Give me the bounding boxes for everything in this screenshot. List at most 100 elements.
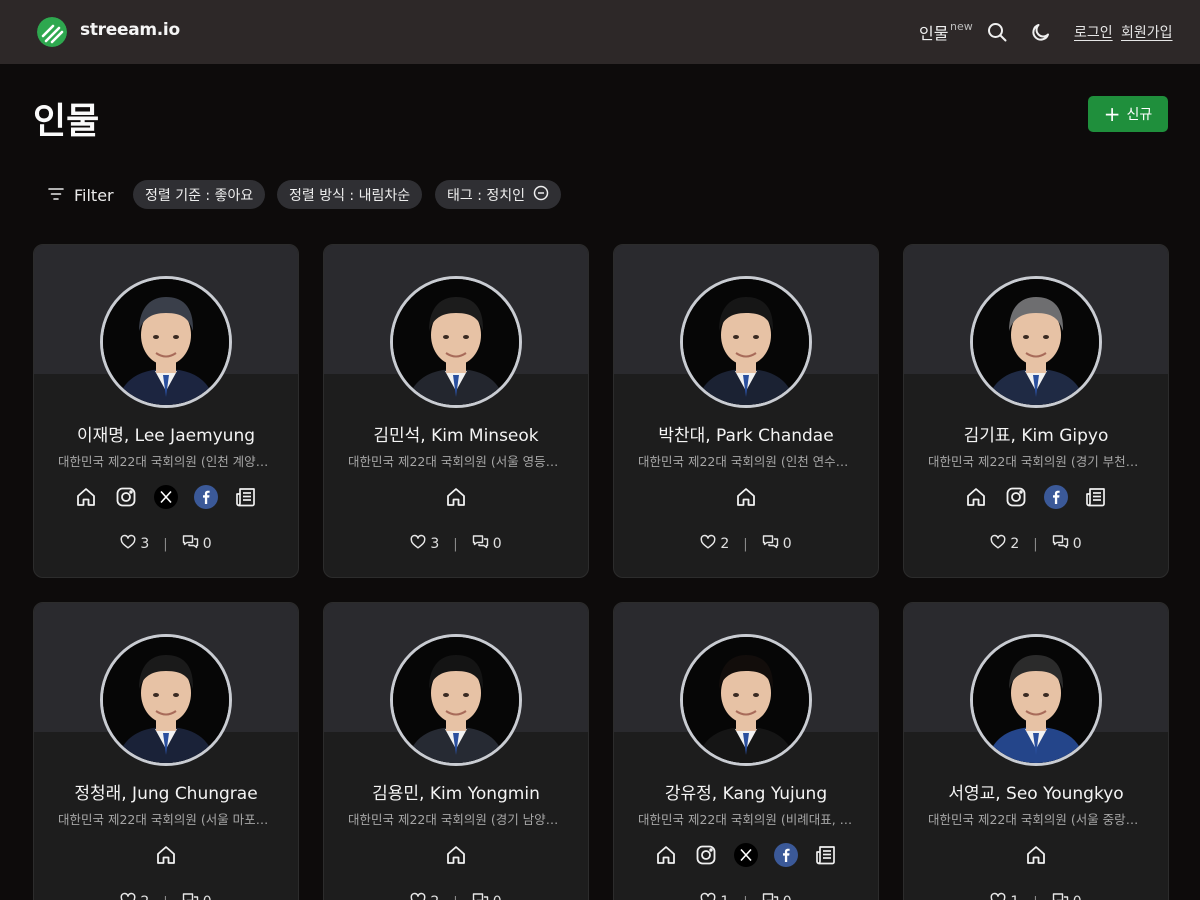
nav-people-link[interactable]: 인물: [919, 20, 948, 44]
like-button[interactable]: 2: [410, 892, 439, 900]
brand-name[interactable]: streeam.io: [80, 20, 180, 40]
instagram-icon[interactable]: [1004, 485, 1028, 509]
x-icon[interactable]: [154, 485, 178, 509]
instagram-icon[interactable]: [114, 485, 138, 509]
moon-icon[interactable]: [1030, 21, 1052, 43]
home-icon[interactable]: [444, 843, 468, 867]
like-button[interactable]: 2: [120, 892, 149, 900]
person-name[interactable]: 박찬대, Park Chandae: [614, 421, 878, 446]
person-name[interactable]: 서영교, Seo Youngkyo: [904, 779, 1168, 804]
comment-count: 0: [1073, 894, 1082, 900]
stat-divider: |: [453, 895, 457, 900]
person-card[interactable]: 박찬대, Park Chandae 대한민국 제22대 국회의원 (인천 연수구갑…: [613, 244, 879, 578]
person-card[interactable]: 서영교, Seo Youngkyo 대한민국 제22대 국회의원 (서울 중랑구갑…: [903, 602, 1169, 900]
person-description: 대한민국 제22대 국회의원 (서울 영등포구을): [348, 454, 566, 469]
comment-button[interactable]: 0: [762, 892, 792, 900]
stat-divider: |: [1033, 895, 1037, 900]
home-icon[interactable]: [74, 485, 98, 509]
logo-icon[interactable]: [37, 17, 67, 47]
avatar: [100, 276, 232, 408]
new-person-button[interactable]: + 신규: [1088, 96, 1168, 132]
news-icon[interactable]: [1084, 485, 1108, 509]
social-links: [904, 485, 1168, 511]
remove-tag-icon[interactable]: [533, 185, 549, 205]
home-icon[interactable]: [734, 485, 758, 509]
person-card[interactable]: 김용민, Kim Yongmin 대한민국 제22대 국회의원 (경기 남양주시병…: [323, 602, 589, 900]
top-header: streeam.io 인물 new 로그인 회원가입: [0, 0, 1200, 64]
card-stats: 3 | 0: [324, 534, 588, 554]
comments-icon: [1052, 892, 1069, 900]
like-count: 2: [430, 894, 439, 900]
comments-icon: [472, 892, 489, 900]
person-card[interactable]: 이재명, Lee Jaemyung 대한민국 제22대 국회의원 (인천 계양구을…: [33, 244, 299, 578]
comment-count: 0: [203, 894, 212, 900]
person-name[interactable]: 김용민, Kim Yongmin: [324, 779, 588, 804]
sort-by-chip[interactable]: 정렬 기준 : 좋아요: [133, 180, 266, 209]
stat-divider: |: [743, 536, 748, 552]
like-button[interactable]: 1: [990, 892, 1019, 900]
person-card[interactable]: 정청래, Jung Chungrae 대한민국 제22대 국회의원 (서울 마포구…: [33, 602, 299, 900]
person-name[interactable]: 김민석, Kim Minseok: [324, 421, 588, 446]
person-name[interactable]: 이재명, Lee Jaemyung: [34, 421, 298, 446]
news-icon[interactable]: [234, 485, 258, 509]
person-card[interactable]: 김민석, Kim Minseok 대한민국 제22대 국회의원 (서울 영등포구을…: [323, 244, 589, 578]
avatar: [680, 634, 812, 766]
avatar: [970, 276, 1102, 408]
login-link[interactable]: 로그인: [1074, 22, 1113, 42]
home-icon[interactable]: [964, 485, 988, 509]
person-description: 대한민국 제22대 국회의원 (인천 계양구을): [58, 454, 276, 469]
like-count: 1: [1010, 894, 1019, 900]
person-name[interactable]: 정청래, Jung Chungrae: [34, 779, 298, 804]
comment-button[interactable]: 0: [1052, 892, 1082, 900]
card-stats: 2 | 0: [614, 534, 878, 554]
comment-button[interactable]: 0: [472, 892, 502, 900]
stat-divider: |: [453, 536, 458, 552]
like-button[interactable]: 2: [700, 534, 729, 554]
facebook-icon[interactable]: [194, 485, 218, 509]
card-stats: 2 | 0: [904, 534, 1168, 554]
x-icon[interactable]: [734, 843, 758, 867]
like-button[interactable]: 2: [990, 534, 1019, 554]
home-icon[interactable]: [444, 485, 468, 509]
like-button[interactable]: 3: [120, 534, 149, 554]
facebook-icon[interactable]: [774, 843, 798, 867]
instagram-icon[interactable]: [694, 843, 718, 867]
person-name[interactable]: 김기표, Kim Gipyo: [904, 421, 1168, 446]
news-icon[interactable]: [814, 843, 838, 867]
like-count: 3: [140, 536, 150, 552]
heart-icon: [410, 534, 426, 554]
filter-icon: [48, 186, 64, 205]
comment-button[interactable]: 0: [182, 892, 212, 900]
comment-count: 0: [782, 536, 792, 552]
person-card[interactable]: 김기표, Kim Gipyo 대한민국 제22대 국회의원 (경기 부천시을) 2 |…: [903, 244, 1169, 578]
filter-button[interactable]: Filter: [48, 182, 114, 208]
comments-icon: [182, 892, 199, 900]
like-button[interactable]: 3: [410, 534, 439, 554]
home-icon[interactable]: [1024, 843, 1048, 867]
like-button[interactable]: 1: [700, 892, 729, 900]
tag-chip[interactable]: 태그 : 정치인: [435, 180, 562, 209]
home-icon[interactable]: [654, 843, 678, 867]
filter-label: Filter: [74, 185, 114, 205]
comment-button[interactable]: 0: [762, 534, 792, 554]
home-icon[interactable]: [154, 843, 178, 867]
sort-order-chip[interactable]: 정렬 방식 : 내림차순: [277, 180, 423, 209]
search-icon[interactable]: [986, 21, 1008, 43]
facebook-icon[interactable]: [1044, 485, 1068, 509]
heart-icon: [700, 892, 716, 900]
plus-icon: +: [1103, 102, 1121, 126]
stat-divider: |: [163, 895, 167, 900]
new-badge: new: [950, 20, 973, 33]
person-card[interactable]: 강유정, Kang Yujung 대한민국 제22대 국회의원 (비례대표, 더불…: [613, 602, 879, 900]
comment-button[interactable]: 0: [1052, 534, 1082, 554]
person-description: 대한민국 제22대 국회의원 (경기 남양주시병): [348, 812, 566, 827]
person-name[interactable]: 강유정, Kang Yujung: [614, 779, 878, 804]
person-description: 대한민국 제22대 국회의원 (비례대표, 더불어민주당): [638, 812, 856, 827]
comment-button[interactable]: 0: [472, 534, 502, 554]
avatar: [390, 276, 522, 408]
signup-link[interactable]: 회원가입: [1121, 22, 1173, 42]
social-links: [34, 485, 298, 511]
chip-label: 정렬 기준 : 좋아요: [145, 187, 254, 204]
comment-button[interactable]: 0: [182, 534, 212, 554]
comment-count: 0: [1072, 536, 1082, 552]
